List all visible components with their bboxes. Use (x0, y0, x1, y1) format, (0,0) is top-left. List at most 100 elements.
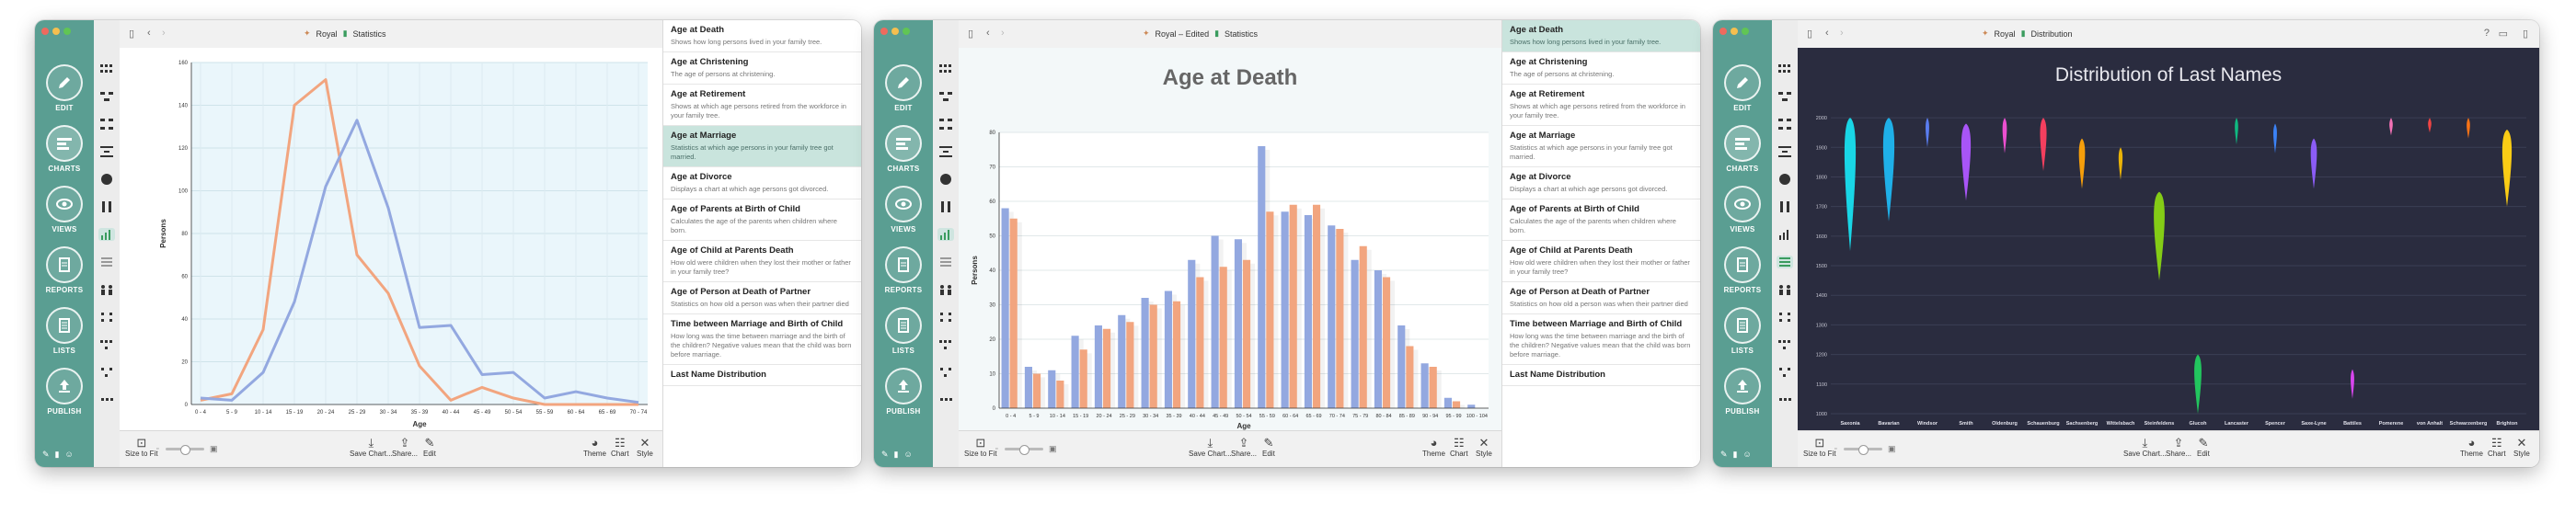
breadcrumb-chart[interactable]: Statistics (1225, 29, 1258, 39)
zoom-slider-thumb[interactable] (1858, 445, 1869, 455)
chart-type-statistics-icon[interactable] (937, 228, 954, 241)
chart-type-family-icon[interactable] (98, 118, 115, 131)
edit-button[interactable]: ✎ Edit (2197, 437, 2210, 459)
chart-type-fan-icon[interactable] (98, 173, 115, 186)
chart-type-dots-icon[interactable] (937, 311, 954, 324)
style-button[interactable]: ✕ Style (2513, 437, 2530, 459)
chart-type-blocks-icon[interactable] (98, 338, 115, 351)
chart-type-fan-icon[interactable] (1777, 173, 1793, 186)
pencil-small-icon[interactable]: ✎ (881, 450, 889, 460)
pencil-small-icon[interactable]: ✎ (1720, 450, 1728, 460)
nav-views[interactable]: VIEWS (874, 186, 933, 243)
theme-button[interactable]: ◕ Theme (583, 437, 606, 459)
chart-list-item-age-of-parents[interactable]: Age of Parents at Birth of Child Calculat… (663, 199, 861, 241)
zoom-slider[interactable] (1005, 445, 1043, 455)
chart-list-item-last-name[interactable]: Last Name Distribution (1502, 365, 1700, 386)
inspector-toggle-icon[interactable]: ▯ (2523, 28, 2528, 40)
chart-list-item-age-at-retirement[interactable]: Age at Retirement Shows at which age pers… (1502, 85, 1700, 126)
minimize-button[interactable] (1731, 28, 1738, 35)
people-icon[interactable]: ☺ (904, 450, 913, 460)
chart-list-item-age-at-retirement[interactable]: Age at Retirement Shows at which age pers… (663, 85, 861, 126)
breadcrumb-tree[interactable]: Royal (316, 29, 338, 39)
nav-lists[interactable]: LISTS (35, 307, 94, 364)
chart-type-timeline-icon[interactable] (98, 200, 115, 213)
chart-type-grid-icon[interactable] (98, 63, 115, 75)
share-button[interactable]: ⇪ Share... (1231, 437, 1257, 459)
chart-list-item-age-of-person[interactable]: Age of Person at Death of Partner Statist… (1502, 282, 1700, 314)
chart-type-family-icon[interactable] (937, 118, 954, 131)
breadcrumb-tree[interactable]: Royal (1995, 29, 2016, 39)
chart-type-more-icon[interactable] (1777, 393, 1793, 406)
chart-list-item-age-at-christening[interactable]: Age at Christening The age of persons at … (1502, 52, 1700, 85)
theme-button[interactable]: ◕ Theme (2460, 437, 2483, 459)
forward-icon[interactable]: › (162, 28, 166, 39)
size-to-fit-button[interactable]: ⊡ Size to Fit (964, 437, 997, 459)
chart-type-people-icon[interactable] (98, 283, 115, 296)
chart-button[interactable]: ☷ Chart (2488, 437, 2506, 459)
back-icon[interactable]: ‹ (986, 28, 990, 39)
sidebar-toggle-icon[interactable]: ▯ (968, 28, 973, 40)
chart-type-distribution-icon[interactable] (1777, 256, 1793, 268)
chart-list-item-age-at-divorce[interactable]: Age at Divorce Displays a chart at which … (663, 167, 861, 199)
minimize-button[interactable] (891, 28, 899, 35)
chart-list-item-age-at-marriage[interactable]: Age at Marriage Statistics at which age p… (663, 126, 861, 167)
zoom-slider[interactable] (166, 445, 204, 455)
breadcrumb-tree[interactable]: Royal – Edited (1156, 29, 1210, 39)
back-icon[interactable]: ‹ (1825, 28, 1829, 39)
sidebar-toggle-icon[interactable]: ▯ (1807, 28, 1812, 40)
share-button[interactable]: ⇪ Share... (2166, 437, 2191, 459)
chart-type-hourglass-icon[interactable] (1777, 145, 1793, 158)
style-button[interactable]: ✕ Style (637, 437, 653, 459)
size-to-fit-button[interactable]: ⊡ Size to Fit (1803, 437, 1836, 459)
nav-reports[interactable]: REPORTS (874, 246, 933, 303)
chart-type-people-icon[interactable] (937, 283, 954, 296)
zoom-slider[interactable] (1844, 445, 1882, 455)
help-icon[interactable]: ? (2484, 28, 2490, 39)
nav-reports[interactable]: REPORTS (1713, 246, 1772, 303)
save-chart-button[interactable]: ⤓ Save Chart... (2123, 437, 2167, 459)
nav-publish[interactable]: PUBLISH (35, 368, 94, 425)
chart-list-item-age-of-child[interactable]: Age of Child at Parents Death How old wer… (1502, 241, 1700, 282)
save-chart-button[interactable]: ⤓ Save Chart... (350, 437, 393, 459)
minimize-button[interactable] (52, 28, 60, 35)
nav-lists[interactable]: LISTS (1713, 307, 1772, 364)
chart-type-hourglass-icon[interactable] (98, 145, 115, 158)
zoom-button[interactable] (63, 28, 71, 35)
chart-list-item-time-between[interactable]: Time between Marriage and Birth of Child… (1502, 314, 1700, 365)
chart-type-timeline-icon[interactable] (937, 200, 954, 213)
chart-type-tree-icon[interactable] (937, 90, 954, 103)
chart-type-blocks-icon[interactable] (937, 338, 954, 351)
chart-list-item-age-at-marriage[interactable]: Age at Marriage Statistics at which age p… (1502, 126, 1700, 167)
chart-type-timeline-icon[interactable] (1777, 200, 1793, 213)
chart-type-statistics-icon[interactable] (1777, 228, 1793, 241)
chart-type-family-icon[interactable] (1777, 118, 1793, 131)
nav-charts[interactable]: CHARTS (874, 125, 933, 182)
chart-list-item-age-of-person[interactable]: Age of Person at Death of Partner Statist… (663, 282, 861, 314)
chart-type-dots-icon[interactable] (98, 311, 115, 324)
nav-edit[interactable]: EDIT (874, 64, 933, 121)
chart-list-item-age-at-death[interactable]: Age at Death Shows how long persons lived… (663, 20, 861, 52)
nav-edit[interactable]: EDIT (1713, 64, 1772, 121)
nav-publish[interactable]: PUBLISH (1713, 368, 1772, 425)
breadcrumb-chart[interactable]: Statistics (353, 29, 386, 39)
back-icon[interactable]: ‹ (147, 28, 151, 39)
chart-list-item-time-between[interactable]: Time between Marriage and Birth of Child… (663, 314, 861, 365)
chart-list-item-age-of-parents[interactable]: Age of Parents at Birth of Child Calculat… (1502, 199, 1700, 241)
forward-icon[interactable]: › (1001, 28, 1005, 39)
zoom-slider-thumb[interactable] (1019, 445, 1029, 455)
chart-list-item-age-of-child[interactable]: Age of Child at Parents Death How old wer… (663, 241, 861, 282)
nav-lists[interactable]: LISTS (874, 307, 933, 364)
chart-button[interactable]: ☷ Chart (611, 437, 629, 459)
chart-type-more-icon[interactable] (937, 393, 954, 406)
close-button[interactable] (41, 28, 49, 35)
chart-list-item-age-at-christening[interactable]: Age at Christening The age of persons at … (663, 52, 861, 85)
chart-type-people-icon[interactable] (1777, 283, 1793, 296)
bookmark-icon[interactable]: ▮ (894, 450, 899, 460)
theme-button[interactable]: ◕ Theme (1422, 437, 1445, 459)
edit-button[interactable]: ✎ Edit (1262, 437, 1275, 459)
edit-button[interactable]: ✎ Edit (423, 437, 436, 459)
people-icon[interactable]: ☺ (1743, 450, 1752, 460)
size-to-fit-button[interactable]: ⊡ Size to Fit (125, 437, 158, 459)
chart-type-circle-icon[interactable] (1777, 366, 1793, 379)
bookmark-icon[interactable]: ▮ (1733, 450, 1738, 460)
